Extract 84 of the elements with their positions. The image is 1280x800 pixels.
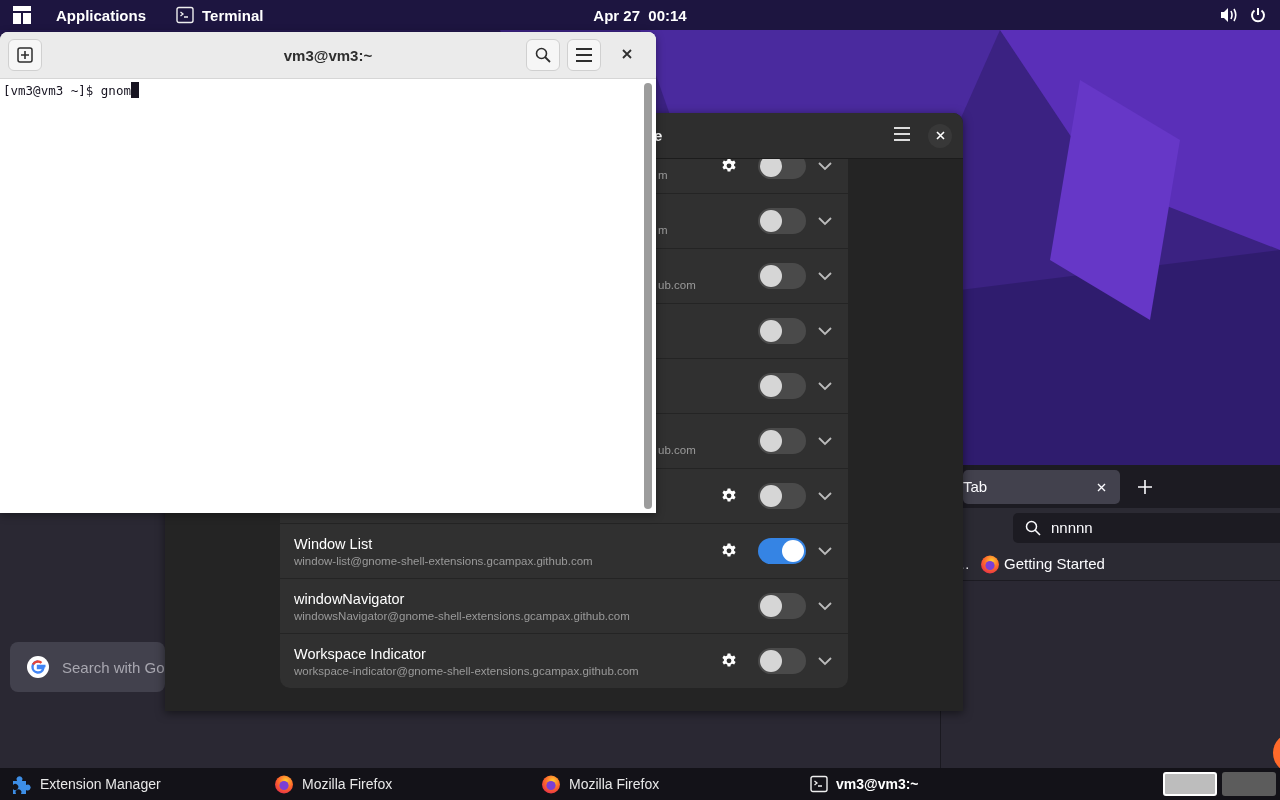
expand-button[interactable] — [818, 546, 832, 556]
close-icon — [1097, 483, 1106, 492]
app-menu[interactable]: Terminal — [176, 6, 264, 24]
menu-icon — [576, 48, 592, 62]
extension-name: Window List — [294, 535, 374, 552]
chevron-icon — [818, 601, 832, 611]
toggle-switch[interactable] — [758, 318, 806, 344]
toggle-switch[interactable] — [758, 159, 806, 179]
power-icon[interactable] — [1250, 7, 1266, 23]
chevron-icon — [818, 381, 832, 391]
close-button[interactable] — [928, 123, 952, 148]
chevron-icon — [818, 161, 832, 171]
firefox-icon — [541, 774, 561, 794]
toggle-switch[interactable] — [758, 538, 806, 564]
toggle-switch[interactable] — [758, 483, 806, 509]
search-placeholder: Search with Go — [62, 658, 165, 676]
expand-button[interactable] — [818, 436, 832, 446]
expand-button[interactable] — [818, 656, 832, 666]
workspace-thumbnail[interactable] — [1222, 772, 1276, 796]
add-icon — [17, 47, 33, 63]
settings-icon[interactable] — [721, 653, 737, 669]
extension-id: window-list@gnome-shell-extensions.gcampax.github.com — [294, 554, 594, 567]
close-icon — [622, 49, 632, 59]
search-icon — [1025, 519, 1041, 536]
extension-id: m — [658, 168, 669, 181]
terminal-text: [vm3@vm3 ~]$ gnom — [3, 82, 139, 98]
chevron-icon — [818, 216, 832, 226]
puzzle-icon — [10, 773, 32, 795]
search-icon — [535, 47, 551, 63]
scrollbar[interactable] — [644, 83, 652, 509]
applications-menu[interactable]: Applications — [56, 6, 146, 24]
activities-icon[interactable] — [12, 5, 32, 25]
close-icon — [935, 131, 945, 140]
extension-name: windowNavigator — [294, 590, 406, 607]
terminal-icon — [810, 775, 828, 793]
menu-icon — [894, 127, 910, 141]
expand-button[interactable] — [818, 216, 832, 226]
expand-button[interactable] — [818, 491, 832, 501]
window-title: vm3@vm3:~ — [283, 46, 373, 64]
url-field[interactable]: nnnnn — [1013, 512, 1280, 543]
new-tab-button[interactable] — [8, 39, 42, 71]
toggle-switch[interactable] — [758, 263, 806, 289]
toggle-switch[interactable] — [758, 648, 806, 674]
clock[interactable]: Apr 27 00:14 — [593, 6, 687, 24]
expand-button[interactable] — [818, 601, 832, 611]
toggle-switch[interactable] — [758, 373, 806, 399]
extension-id: windowsNavigator@gnome-shell-extensions.gcampax.github.com — [294, 609, 631, 622]
search-button[interactable] — [526, 39, 560, 71]
extension-name: Workspace Indicator — [294, 645, 427, 662]
extension-id: m — [658, 223, 669, 236]
taskbar-item[interactable]: Mozilla Firefox — [541, 768, 660, 800]
toggle-switch[interactable] — [758, 428, 806, 454]
expand-button[interactable] — [818, 161, 832, 171]
plus-icon — [1138, 479, 1152, 494]
firefox-icon — [274, 774, 294, 794]
volume-icon[interactable] — [1220, 7, 1238, 23]
chevron-icon — [818, 656, 832, 666]
extension-id: ub.com — [658, 278, 697, 291]
toggle-switch[interactable] — [758, 208, 806, 234]
settings-icon[interactable] — [721, 488, 737, 504]
search-field[interactable]: Search with Go — [10, 642, 165, 692]
chevron-icon — [818, 436, 832, 446]
expand-button[interactable] — [818, 271, 832, 281]
bookmark-favicon — [980, 553, 1000, 574]
bookmark[interactable]: Getting Started — [980, 553, 1105, 574]
chevron-icon — [818, 491, 832, 501]
chevron-icon — [818, 271, 832, 281]
expand-button[interactable] — [818, 381, 832, 391]
taskbar-item[interactable]: vm3@vm3:~ — [810, 768, 919, 800]
settings-icon[interactable] — [721, 159, 737, 174]
toggle-switch[interactable] — [758, 593, 806, 619]
chevron-icon — [818, 546, 832, 556]
extension-id: workspace-indicator@gnome-shell-extensions.gcampax.github.com — [294, 664, 640, 677]
workspace-thumbnail[interactable] — [1163, 772, 1217, 796]
taskbar-item[interactable]: Extension Manager — [10, 768, 161, 800]
terminal-icon — [176, 6, 194, 24]
taskbar-item[interactable]: Mozilla Firefox — [274, 768, 393, 800]
menu-button[interactable] — [567, 39, 601, 71]
settings-icon[interactable] — [721, 543, 737, 559]
expand-button[interactable] — [818, 326, 832, 336]
extension-id: ub.com — [658, 443, 697, 456]
google-icon — [26, 655, 50, 679]
browser-tab[interactable]: Tab — [963, 469, 1120, 504]
chevron-icon — [818, 326, 832, 336]
